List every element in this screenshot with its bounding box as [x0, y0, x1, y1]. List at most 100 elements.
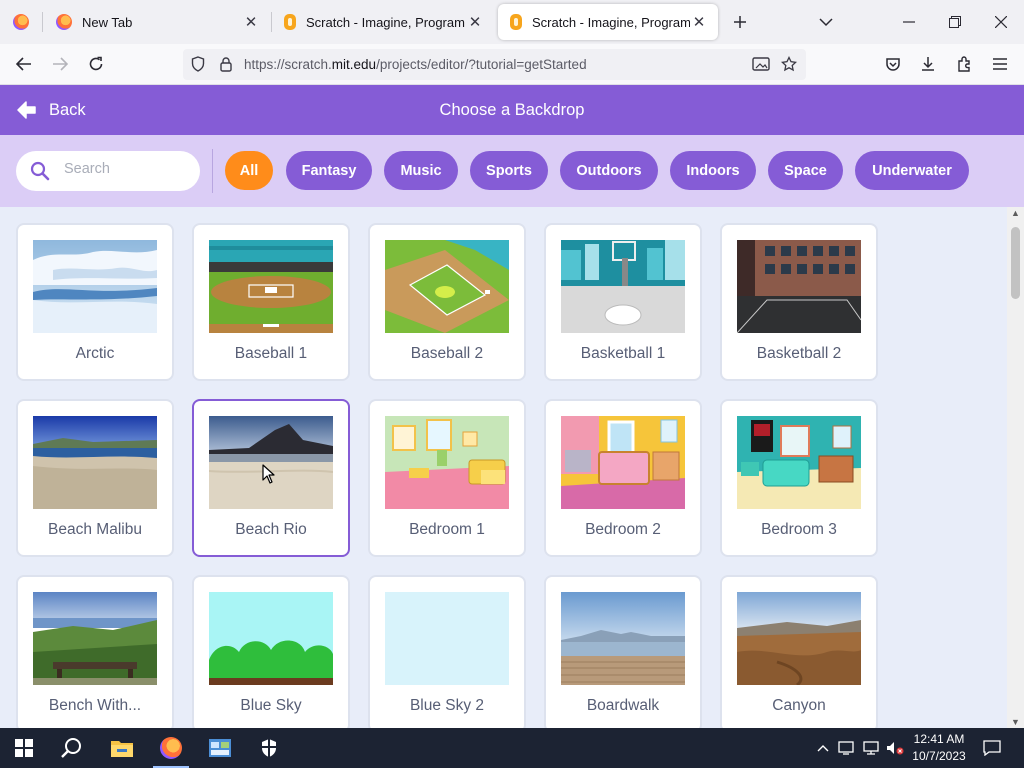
backdrop-item-canyon[interactable]: Canyon [720, 575, 878, 728]
backdrop-thumbnail-arctic [33, 240, 157, 333]
extensions-button[interactable] [950, 50, 978, 78]
tag-sports[interactable]: Sports [470, 151, 548, 190]
backdrop-item-boardwalk[interactable]: Boardwalk [544, 575, 702, 728]
forward-nav-button[interactable] [46, 50, 74, 78]
backdrop-item-arctic[interactable]: Arctic [16, 223, 174, 381]
pocket-button[interactable] [879, 50, 907, 78]
list-all-tabs-button[interactable] [812, 8, 840, 36]
backdrop-item-bedroom-1[interactable]: Bedroom 1 [368, 399, 526, 557]
shield-icon[interactable] [188, 54, 208, 74]
firefox-icon [13, 14, 29, 30]
firefox-icon [160, 737, 182, 759]
minimize-button[interactable] [886, 0, 932, 44]
download-icon [922, 57, 934, 71]
backdrop-thumbnail-bedroom-2 [561, 416, 685, 509]
tag-underwater[interactable]: Underwater [855, 151, 969, 190]
chevron-up-icon[interactable] [814, 740, 832, 756]
downloads-button[interactable] [914, 50, 942, 78]
control-panel-taskbar-button[interactable] [196, 728, 244, 768]
arrow-left-icon [16, 57, 31, 71]
backdrop-thumbnail-beach-rio [209, 416, 333, 509]
plus-icon [734, 16, 746, 28]
address-bar[interactable]: https://scratch.mit.edu/projects/editor/… [183, 49, 806, 80]
browser-tab-scratch-1[interactable]: Scratch - Imagine, Program, Share ✕ [272, 0, 494, 44]
backdrop-thumbnail-baseball-2 [385, 240, 509, 333]
search-box[interactable] [16, 151, 200, 191]
chevron-down-icon [819, 18, 833, 27]
close-tab-icon[interactable]: ✕ [690, 13, 708, 31]
tray-device-icon[interactable] [838, 740, 856, 756]
backdrop-item-baseball-2[interactable]: Baseball 2 [368, 223, 526, 381]
control-panel-icon [209, 739, 231, 757]
firefox-view-button[interactable] [0, 0, 42, 44]
start-button[interactable] [0, 728, 48, 768]
tab-title: Scratch - Imagine, Program, Share [532, 14, 690, 30]
close-tab-icon[interactable]: ✕ [242, 13, 260, 31]
backdrop-name: Arctic [75, 345, 115, 362]
back-nav-button[interactable] [10, 50, 38, 78]
library-scrollbar[interactable]: ▲ ▼ [1007, 207, 1024, 728]
scroll-down-arrow-icon[interactable]: ▼ [1010, 717, 1021, 727]
backdrop-name: Bedroom 1 [409, 521, 485, 538]
new-tab-button[interactable] [726, 8, 754, 36]
puzzle-icon [958, 56, 970, 72]
backdrop-item-bench-with-view[interactable]: Bench With... [16, 575, 174, 728]
backdrop-item-baseball-1[interactable]: Baseball 1 [192, 223, 350, 381]
backdrop-name: Blue Sky 2 [409, 697, 485, 714]
backdrop-item-blue-sky-2[interactable]: Blue Sky 2 [368, 575, 526, 728]
url-text[interactable]: https://scratch.mit.edu/projects/editor/… [244, 57, 587, 72]
backdrop-name: Boardwalk [586, 697, 660, 714]
search-taskbar-button[interactable] [48, 728, 96, 768]
tag-all[interactable]: All [225, 151, 273, 190]
backdrop-thumbnail-boardwalk [561, 592, 685, 685]
firefox-icon [56, 14, 72, 30]
backdrop-item-basketball-1[interactable]: Basketball 1 [544, 223, 702, 381]
backdrop-thumbnail-basketball-1 [561, 240, 685, 333]
close-window-button[interactable] [978, 0, 1024, 44]
security-taskbar-button[interactable] [245, 728, 293, 768]
tag-indoors[interactable]: Indoors [670, 151, 756, 190]
backdrop-item-bedroom-2[interactable]: Bedroom 2 [544, 399, 702, 557]
browser-tab-scratch-active[interactable]: Scratch - Imagine, Program, Share ✕ [498, 4, 718, 40]
tag-outdoors[interactable]: Outdoors [560, 151, 658, 190]
browser-tab-new-tab[interactable]: New Tab ✕ [44, 0, 270, 44]
clock-time: 12:41 AM [913, 732, 965, 746]
scratch-favicon-icon [284, 14, 296, 30]
scroll-up-arrow-icon[interactable]: ▲ [1010, 208, 1021, 218]
backdrop-name: Basketball 2 [756, 345, 842, 362]
backdrop-item-beach-malibu[interactable]: Beach Malibu [16, 399, 174, 557]
app-menu-button[interactable] [986, 50, 1014, 78]
backdrop-item-basketball-2[interactable]: Basketball 2 [720, 223, 878, 381]
reload-button[interactable] [82, 50, 110, 78]
tag-fantasy[interactable]: Fantasy [286, 151, 372, 190]
file-explorer-taskbar-button[interactable] [98, 728, 146, 768]
search-icon [61, 738, 81, 758]
lock-icon[interactable] [216, 54, 236, 74]
network-icon[interactable] [862, 740, 880, 756]
system-clock[interactable]: 12:41 AM 10/7/2023 [906, 731, 972, 765]
backdrop-name: Blue Sky [240, 697, 302, 714]
scrollbar-thumb[interactable] [1011, 227, 1020, 299]
browser-tab-strip: New Tab ✕ Scratch - Imagine, Program, Sh… [0, 0, 1024, 44]
reload-icon [89, 56, 103, 71]
backdrop-item-bedroom-3[interactable]: Bedroom 3 [720, 399, 878, 557]
windows-taskbar: 12:41 AM 10/7/2023 [0, 728, 1024, 768]
volume-muted-icon[interactable] [886, 740, 904, 756]
notification-center-icon[interactable] [983, 740, 1001, 756]
tag-music[interactable]: Music [384, 151, 458, 190]
clock-date: 10/7/2023 [912, 749, 966, 763]
folder-icon [111, 741, 133, 757]
tag-space[interactable]: Space [768, 151, 843, 190]
arrow-right-icon [53, 57, 68, 71]
tab-separator [42, 12, 43, 32]
firefox-taskbar-button[interactable] [147, 728, 195, 768]
star-bookmark-icon[interactable] [779, 54, 799, 74]
restore-button[interactable] [932, 0, 978, 44]
backdrop-thumbnail-bedroom-1 [385, 416, 509, 509]
picture-in-picture-icon[interactable] [751, 54, 771, 74]
backdrop-name: Canyon [772, 697, 826, 714]
backdrop-item-blue-sky[interactable]: Blue Sky [192, 575, 350, 728]
close-tab-icon[interactable]: ✕ [466, 13, 484, 31]
backdrop-name: Baseball 1 [234, 345, 308, 362]
search-input[interactable] [64, 161, 184, 177]
